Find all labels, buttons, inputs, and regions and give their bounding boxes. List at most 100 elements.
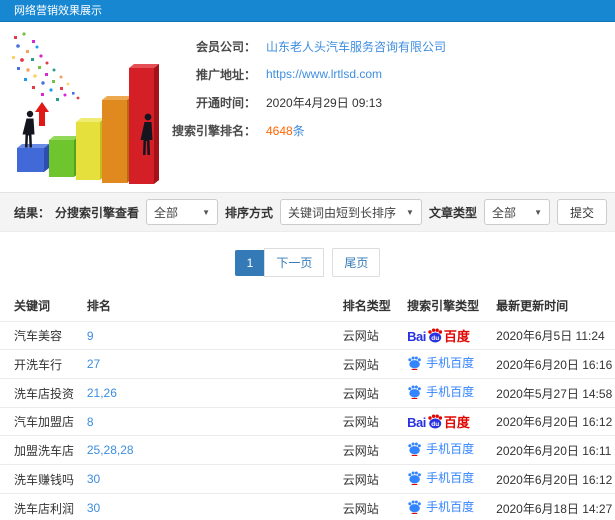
chevron-down-icon: ▼: [202, 207, 211, 217]
marketing-chart-illustration: [12, 32, 159, 184]
next-page-button[interactable]: 下一页: [264, 248, 325, 277]
chevron-down-icon: ▼: [406, 207, 414, 217]
updated-cell: 2020年6月20日 16:11: [492, 435, 615, 465]
confetti-dots: [12, 32, 80, 101]
baidu-paw-icon: du: [428, 414, 442, 428]
company-label: 会员公司：: [195, 39, 256, 54]
baidu-logo-cn: 百度: [443, 328, 470, 344]
sort-filter-label: 排序方式: [225, 205, 274, 220]
baidu-mobile-logo: 手机百度: [407, 470, 474, 485]
open-time-value: 2020年4月29日 09:13: [266, 95, 383, 110]
table-row: 开洗车行 27 云网站 手机百度 2020年6月20日 16:16: [0, 349, 615, 379]
header-rank: 排名: [86, 299, 111, 313]
article-type-select[interactable]: 全部 ▼: [483, 199, 550, 225]
baidu-pc-logo: Bai du 百度: [407, 414, 470, 429]
header-engine-type: 搜索引擎类型: [407, 299, 480, 313]
table-row: 加盟洗车店 25,28,28 云网站 手机百度 2020年6月20日 16:11: [0, 435, 615, 465]
baidu-logo-cn: 百度: [443, 414, 470, 430]
businessman-left: [22, 110, 35, 148]
svg-text:du: du: [431, 421, 439, 428]
promo-url-label: 推广地址：: [195, 67, 256, 82]
rank-count-value: 4648条: [266, 122, 305, 139]
bar-blue: [17, 144, 49, 172]
info-row-url: 推广地址： https://www.lrtlsd.com: [168, 66, 446, 82]
rank-link[interactable]: 21,26: [87, 386, 117, 400]
bar-orange: [102, 96, 132, 183]
up-arrow: [35, 102, 49, 126]
bar-yellow: [76, 118, 105, 180]
keyword-cell: 加盟洗车店: [0, 435, 83, 465]
rank-type-cell: 云网站: [338, 321, 404, 350]
baidu-mobile-logo: 手机百度: [407, 355, 474, 370]
mobile-baidu-label: 手机百度: [426, 441, 475, 456]
table-row: 洗车赚钱吗 30 云网站 手机百度 2020年6月20日 16:12: [0, 464, 615, 494]
rank-type-cell: 云网站: [338, 435, 404, 465]
mobile-baidu-paw-icon: [408, 442, 422, 456]
svg-text:du: du: [431, 335, 439, 342]
updated-cell: 2020年6月20日 16:12: [492, 407, 615, 436]
rank-count-label: 搜索引擎排名：: [171, 123, 256, 138]
mobile-baidu-label: 手机百度: [426, 384, 475, 399]
header-rank-type: 排名类型: [342, 299, 391, 313]
header-updated: 最新更新时间: [496, 299, 569, 313]
open-time-label: 开通时间：: [195, 95, 256, 110]
sort-filter-select[interactable]: 关键词由短到长排序 ▼: [280, 199, 422, 225]
chevron-down-icon: ▼: [534, 207, 542, 217]
rank-count-unit: 条: [292, 123, 305, 138]
mobile-baidu-label: 手机百度: [426, 470, 475, 485]
table-row: 洗车店利润 30 云网站 手机百度 2020年6月18日 14:27: [0, 493, 615, 520]
engine-filter-label: 分搜索引擎查看: [55, 205, 140, 220]
baidu-mobile-logo: 手机百度: [407, 499, 474, 514]
filter-bar: 结果： 分搜索引擎查看 全部 ▼ 排序方式 关键词由短到长排序 ▼ 文章类型 全…: [0, 192, 615, 232]
info-row-open-time: 开通时间： 2020年4月29日 09:13: [168, 94, 446, 110]
table-row: 洗车店投资 21,26 云网站 手机百度 2020年5月27日 14:58: [0, 378, 615, 408]
engine-filter-value: 全部: [154, 205, 179, 220]
rank-type-cell: 云网站: [338, 378, 404, 408]
mobile-baidu-paw-icon: [408, 385, 422, 399]
mobile-baidu-label: 手机百度: [426, 355, 475, 370]
keyword-cell: 汽车美容: [0, 321, 83, 350]
submit-button[interactable]: 提交: [556, 199, 607, 225]
pagination: 1 下一页 尾页: [0, 232, 615, 291]
result-label: 结果：: [14, 205, 51, 220]
baidu-pc-logo: Bai du 百度: [407, 328, 470, 343]
info-row-company: 会员公司： 山东老人头汽车服务咨询有限公司: [168, 38, 446, 54]
keyword-cell: 洗车店利润: [0, 493, 83, 520]
article-type-value: 全部: [491, 205, 516, 220]
header-keyword: 关键词: [14, 299, 51, 313]
member-info-section: 会员公司： 山东老人头汽车服务咨询有限公司 推广地址： https://www.…: [0, 22, 615, 192]
company-link[interactable]: 山东老人头汽车服务咨询有限公司: [266, 38, 446, 55]
last-page-button[interactable]: 尾页: [332, 248, 381, 277]
table-row: 汽车美容 9 云网站 Bai du 百度 2020年6月5日 11:24: [0, 321, 615, 350]
baidu-mobile-logo: 手机百度: [407, 441, 474, 456]
baidu-logo-bai: Bai: [407, 414, 426, 430]
rank-type-cell: 云网站: [338, 349, 404, 379]
keyword-cell: 洗车赚钱吗: [0, 464, 83, 494]
keyword-cell: 洗车店投资: [0, 378, 83, 408]
rank-link[interactable]: 27: [87, 357, 100, 371]
rank-count-number: 4648: [266, 123, 293, 138]
mobile-baidu-label: 手机百度: [426, 499, 475, 514]
page-title: 网络营销效果展示: [14, 5, 102, 17]
mobile-baidu-paw-icon: [408, 500, 422, 514]
info-row-rank-count: 搜索引擎排名： 4648条: [168, 122, 446, 138]
keyword-cell: 开洗车行: [0, 349, 83, 379]
engine-filter-select[interactable]: 全部 ▼: [146, 199, 219, 225]
rank-type-cell: 云网站: [338, 493, 404, 520]
table-header-row: 关键词 排名 排名类型 搜索引擎类型 最新更新时间: [0, 291, 615, 322]
rank-link[interactable]: 25,28,28: [87, 443, 134, 457]
mobile-baidu-paw-icon: [408, 356, 422, 370]
promo-url-link[interactable]: https://www.lrtlsd.com: [266, 67, 382, 81]
rank-link[interactable]: 9: [87, 329, 94, 343]
rank-link[interactable]: 8: [87, 415, 94, 429]
filter-controls: 分搜索引擎查看 全部 ▼ 排序方式 关键词由短到长排序 ▼ 文章类型 全部 ▼ …: [55, 199, 607, 225]
rank-link[interactable]: 30: [87, 501, 100, 515]
sort-filter-value: 关键词由短到长排序: [288, 205, 397, 220]
updated-cell: 2020年6月18日 14:27: [492, 493, 615, 520]
rank-type-cell: 云网站: [338, 464, 404, 494]
rank-link[interactable]: 30: [87, 472, 100, 486]
article-type-label: 文章类型: [428, 205, 477, 220]
mobile-baidu-paw-icon: [408, 471, 422, 485]
page-button-1[interactable]: 1: [234, 249, 266, 276]
updated-cell: 2020年6月20日 16:12: [492, 464, 615, 494]
